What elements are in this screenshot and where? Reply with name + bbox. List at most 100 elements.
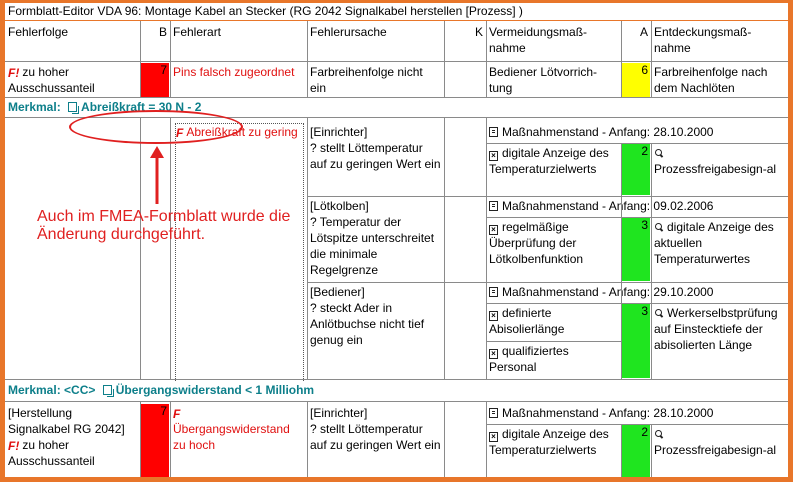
row3-b-value[interactable]: 7 [141, 404, 169, 477]
merkmal-cc: <CC> [64, 383, 96, 397]
document-icon [489, 408, 498, 418]
annotation-text: Auch im FMEA-Formblatt wurde die Änderun… [37, 208, 291, 243]
grid-line [444, 117, 445, 380]
grid-line [486, 424, 788, 425]
cause3-massnahmenstand[interactable]: Maßnahmenstand - Anfang: 29.10.2000 [486, 283, 788, 303]
cause2-massnahmenstand[interactable]: Maßnahmenstand - Anfang: 09.02.2006 [486, 197, 788, 217]
cause1-entdeckung[interactable]: Prozessfreigabesign-al [651, 144, 788, 195]
document-icon [489, 201, 498, 211]
characteristic-icon [68, 102, 78, 112]
grid-line [170, 21, 171, 98]
grid-line [486, 303, 788, 304]
fault-icon: F [173, 407, 181, 421]
cause2-a-value[interactable]: 3 [622, 218, 650, 281]
row3-fehlerfolge[interactable]: [Herstellung Signalkabel RG 2042] F! zu h… [5, 404, 140, 477]
grid-line [486, 117, 487, 380]
header-a[interactable]: A [621, 23, 651, 61]
measure-icon: × [489, 311, 498, 321]
grid-line [486, 341, 621, 342]
row1-a-value[interactable]: 6 [622, 63, 650, 97]
header-fehlerart[interactable]: Fehlerart [170, 23, 307, 61]
fault-icon: F! [8, 439, 20, 453]
grid-line [5, 401, 788, 402]
merkmal-text: Übergangswiderstand < 1 Milliohm [115, 383, 315, 397]
cause1-massnahmenstand[interactable]: Maßnahmenstand - Anfang: 28.10.2000 [486, 123, 788, 143]
grid-line [651, 21, 652, 98]
cause3-a-value[interactable]: 3 [622, 304, 650, 378]
fault-icon: F! [8, 66, 20, 80]
grid-line [486, 401, 487, 477]
measure-icon: × [489, 225, 498, 235]
magnifier-icon [654, 430, 663, 439]
grid-line [621, 21, 622, 98]
magnifier-icon [654, 223, 663, 232]
row1-fehlerfolge[interactable]: F! zu hoher Ausschussanteil [5, 63, 140, 97]
row1-fehlerursache[interactable]: Farbreihenfolge nicht ein [307, 63, 444, 97]
fmea-form-grid: Fehlerfolge B Fehlerart Fehlerursache K … [5, 21, 788, 477]
cause3-vermeidung[interactable]: × definierte Abisolierlänge [486, 304, 621, 340]
grid-line [307, 21, 308, 98]
measure-icon: × [489, 432, 498, 442]
document-icon [489, 127, 498, 137]
grid-line [444, 401, 445, 477]
grid-line [140, 21, 141, 98]
header-fehlerfolge[interactable]: Fehlerfolge [5, 23, 140, 61]
grid-line [486, 21, 487, 98]
grid-line [307, 282, 788, 283]
grid-line [621, 424, 622, 477]
highlight-ellipse [69, 110, 243, 144]
grid-line [621, 143, 622, 380]
grid-line [444, 21, 445, 98]
measure-icon: × [489, 151, 498, 161]
measure-icon: × [489, 349, 498, 359]
magnifier-icon [654, 149, 663, 158]
cause1-a-value[interactable]: 2 [622, 144, 650, 195]
cause3-vermeidung2[interactable]: × qualifiziertes Personal [486, 342, 621, 378]
grid-line [170, 401, 171, 477]
grid-line [140, 117, 141, 380]
grid-line [5, 61, 788, 62]
row1-b-value[interactable]: 7 [141, 63, 169, 97]
row3-vermeidung[interactable]: × digitale Anzeige des Temperaturzielwert… [486, 425, 621, 477]
row3-a-value[interactable]: 2 [622, 425, 650, 477]
header-k[interactable]: K [444, 23, 486, 61]
cause2-entdeckung[interactable]: digitale Anzeige des aktuellen Temperatu… [651, 218, 788, 281]
grid-line [5, 379, 788, 380]
row1-fehlerart[interactable]: Pins falsch zugeordnet [170, 63, 307, 97]
row3-fehlerart[interactable]: F Übergangswiderstand zu hoch [170, 404, 307, 477]
window-title: Formblatt-Editor VDA 96: Montage Kabel a… [5, 3, 788, 20]
header-fehlerursache[interactable]: Fehlerursache [307, 23, 444, 61]
row1-vermeidung[interactable]: Bediener Lötvorrich-tung [486, 63, 621, 97]
grid-line [307, 117, 308, 380]
cause3-entdeckung[interactable]: Werkerselbstprüfung auf Einstecktiefe de… [651, 304, 788, 378]
header-b[interactable]: B [140, 23, 170, 61]
grid-line [486, 217, 788, 218]
characteristic-icon [102, 385, 112, 395]
grid-line [170, 117, 171, 380]
cause2-fehlerursache[interactable]: [Lötkolben] ? Temperatur der Lötspitze u… [307, 197, 444, 281]
grid-line [651, 424, 652, 477]
grid-line [307, 401, 308, 477]
merkmal-label: Merkmal: [8, 383, 61, 397]
cause3-fehlerursache[interactable]: [Bediener] ? steckt Ader in Anlötbuchse … [307, 283, 444, 377]
row3-fehlerursache[interactable]: [Einrichter] ? stellt Löttemperatur auf … [307, 404, 444, 477]
selection-focus-box [175, 123, 304, 395]
grid-line [5, 97, 788, 98]
merkmal-row-uebergangswiderstand[interactable]: Merkmal: <CC> Übergangswiderstand < 1 Mi… [5, 381, 788, 400]
header-vermeidungsmassnahme[interactable]: Vermeidungsmaß- nahme [486, 23, 621, 61]
row1-entdeckung[interactable]: Farbreihenfolge nach dem Nachlöten [651, 63, 788, 97]
grid-line [140, 401, 141, 477]
grid-line [307, 196, 788, 197]
grid-line [651, 143, 652, 380]
cause1-fehlerursache[interactable]: [Einrichter] ? stellt Löttemperatur auf … [307, 123, 444, 195]
document-icon [489, 287, 498, 297]
row3-massnahmenstand[interactable]: Maßnahmenstand - Anfang: 28.10.2000 [486, 404, 788, 424]
window-frame: Formblatt-Editor VDA 96: Montage Kabel a… [0, 0, 793, 482]
grid-line [486, 143, 788, 144]
cause2-vermeidung[interactable]: × regelmäßige Überprüfung der Lötkolbenfu… [486, 218, 621, 281]
annotation-arrow [150, 146, 164, 204]
header-entdeckungsmassnahme[interactable]: Entdeckungsmaß- nahme [651, 23, 788, 61]
row3-entdeckung[interactable]: Prozessfreigabesign-al [651, 425, 788, 477]
cause1-vermeidung[interactable]: × digitale Anzeige des Temperaturzielwert… [486, 144, 621, 195]
magnifier-icon [654, 309, 663, 318]
